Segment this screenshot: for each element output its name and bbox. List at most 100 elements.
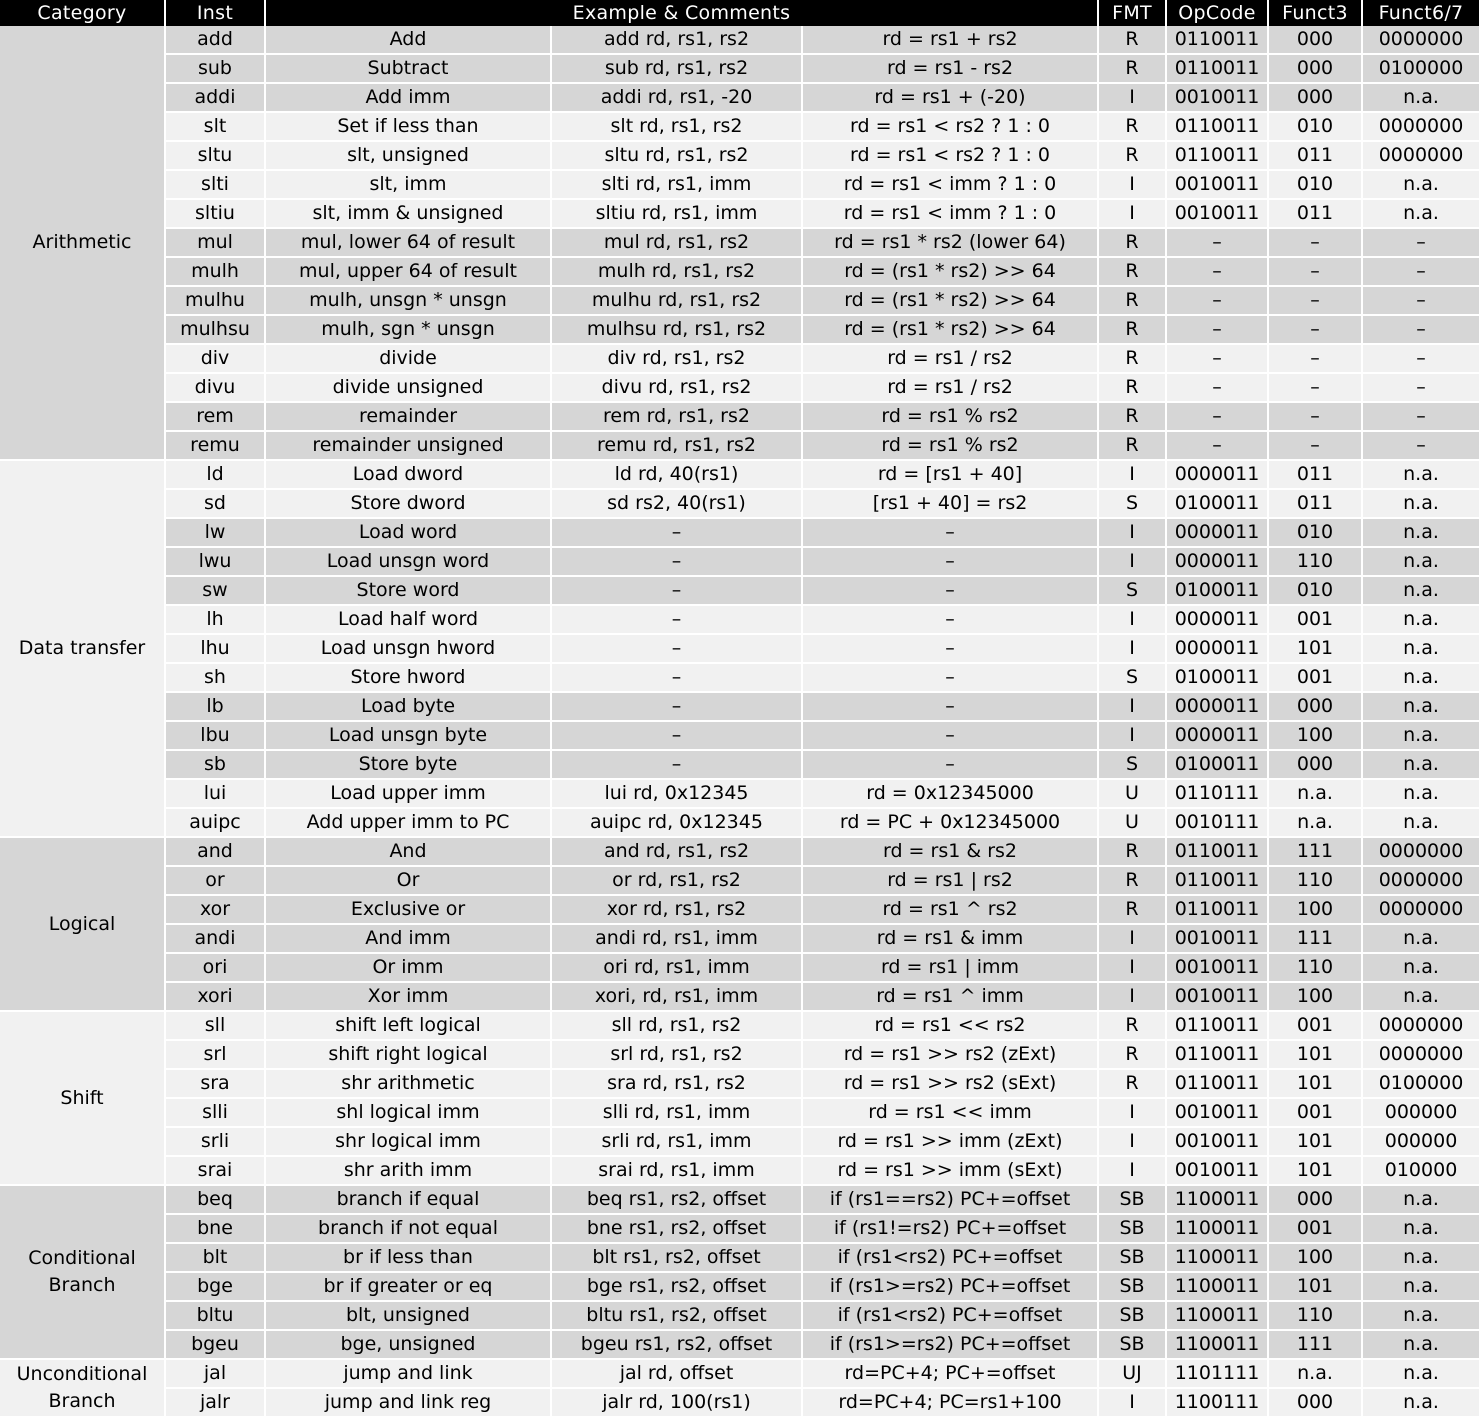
cell-opcode: 0010011 [1166, 924, 1270, 954]
cell-funct3: 011 [1268, 199, 1364, 229]
table-body: Arithmetic add Add add rd, rs1, rs2 rd = rs1… [0, 26, 1479, 1418]
cell-opcode: 0100011 [1166, 663, 1270, 693]
cell-fmt: I [1098, 721, 1168, 751]
cell-comment: – [802, 605, 1100, 635]
cell-example: sltu rd, rs1, rs2 [551, 141, 803, 171]
cell-comment: – [802, 663, 1100, 693]
cell-comment: rd = rs1 ^ rs2 [802, 895, 1100, 925]
cell-fmt: SB [1098, 1243, 1168, 1273]
cell-description: jump and link [265, 1359, 552, 1389]
category-label-line: Unconditional [16, 1363, 148, 1385]
cell-example: sd rs2, 40(rs1) [551, 489, 803, 519]
cell-description: Load unsgn word [265, 547, 552, 577]
cell-funct67: n.a. [1362, 518, 1479, 548]
cell-funct3: 101 [1268, 1040, 1364, 1070]
table-row: bne branch if not equal bne rs1, rs2, offs… [0, 1214, 1479, 1244]
cell-comment: if (rs1<rs2) PC+=offset [802, 1301, 1100, 1331]
cell-example: mul rd, rs1, rs2 [551, 228, 803, 258]
cell-funct3: 101 [1268, 1069, 1364, 1099]
cell-example: – [551, 750, 803, 780]
cell-opcode: 0110011 [1166, 837, 1270, 867]
cell-fmt: I [1098, 1156, 1168, 1186]
cell-funct67: – [1362, 431, 1479, 461]
cell-funct3: n.a. [1268, 1359, 1364, 1389]
category-label-line: Arithmetic [32, 231, 132, 253]
cell-example: ori rd, rs1, imm [551, 953, 803, 983]
table-row: blt br if less than blt rs1, rs2, offset if… [0, 1243, 1479, 1273]
cell-inst: jalr [165, 1388, 266, 1418]
cell-funct67: 0000000 [1362, 837, 1479, 867]
table-row: sltu slt, unsigned sltu rd, rs1, rs2 rd = r… [0, 141, 1479, 171]
cell-funct67: n.a. [1362, 1359, 1479, 1389]
cell-funct3: 000 [1268, 83, 1364, 113]
cell-funct67: – [1362, 344, 1479, 374]
cell-opcode: 0000011 [1166, 460, 1270, 490]
cell-description: slt, imm & unsigned [265, 199, 552, 229]
cell-funct67: n.a. [1362, 1301, 1479, 1331]
cell-fmt: I [1098, 953, 1168, 983]
cell-description: shl logical imm [265, 1098, 552, 1128]
cell-opcode: 0110011 [1166, 1040, 1270, 1070]
cell-comment: rd = (rs1 * rs2) >> 64 [802, 315, 1100, 345]
cell-opcode: – [1166, 344, 1270, 374]
cell-comment: rd = rs1 << rs2 [802, 1011, 1100, 1041]
cell-description: Add upper imm to PC [265, 808, 552, 838]
cell-fmt: SB [1098, 1330, 1168, 1360]
cell-comment: rd = rs1 & imm [802, 924, 1100, 954]
cell-opcode: 1100011 [1166, 1185, 1270, 1215]
cell-comment: – [802, 634, 1100, 664]
cell-description: And [265, 837, 552, 867]
cell-opcode: – [1166, 257, 1270, 287]
cell-funct67: n.a. [1362, 83, 1479, 113]
cell-inst: ld [165, 460, 266, 490]
cell-fmt: I [1098, 924, 1168, 954]
cell-example: xori, rd, rs1, imm [551, 982, 803, 1012]
cell-inst: xori [165, 982, 266, 1012]
cell-fmt: R [1098, 286, 1168, 316]
table-row: sltiu slt, imm & unsigned sltiu rd, rs1, i… [0, 199, 1479, 229]
cell-comment: if (rs1==rs2) PC+=offset [802, 1185, 1100, 1215]
cell-funct67: n.a. [1362, 170, 1479, 200]
cell-opcode: 0110011 [1166, 112, 1270, 142]
cell-description: Load byte [265, 692, 552, 722]
cell-funct3: 100 [1268, 982, 1364, 1012]
cell-example: xor rd, rs1, rs2 [551, 895, 803, 925]
table-row: sb Store byte – – S 0100011 000 n.a. [0, 750, 1479, 780]
cell-fmt: R [1098, 1040, 1168, 1070]
cell-inst: sltu [165, 141, 266, 171]
cell-fmt: I [1098, 605, 1168, 635]
cell-funct67: 0000000 [1362, 1040, 1479, 1070]
cell-example: mulh rd, rs1, rs2 [551, 257, 803, 287]
cell-fmt: I [1098, 83, 1168, 113]
cell-fmt: R [1098, 895, 1168, 925]
cell-funct3: 111 [1268, 924, 1364, 954]
cell-description: blt, unsigned [265, 1301, 552, 1331]
cell-comment: rd=PC+4; PC=rs1+100 [802, 1388, 1100, 1418]
cell-opcode: 0010011 [1166, 199, 1270, 229]
cell-description: And imm [265, 924, 552, 954]
cell-description: Exclusive or [265, 895, 552, 925]
cell-description: shift right logical [265, 1040, 552, 1070]
cell-description: divide unsigned [265, 373, 552, 403]
cell-inst: bgeu [165, 1330, 266, 1360]
cell-comment: rd = PC + 0x12345000 [802, 808, 1100, 838]
cell-funct3: 001 [1268, 1011, 1364, 1041]
cell-fmt: S [1098, 576, 1168, 606]
cell-comment: rd = rs1 < rs2 ? 1 : 0 [802, 112, 1100, 142]
cell-opcode: 1100011 [1166, 1214, 1270, 1244]
cell-opcode: 0110011 [1166, 1011, 1270, 1041]
cell-inst: xor [165, 895, 266, 925]
cell-funct67: n.a. [1362, 1214, 1479, 1244]
cell-inst: rem [165, 402, 266, 432]
cell-opcode: 0100011 [1166, 489, 1270, 519]
cell-comment: rd = rs1 / rs2 [802, 373, 1100, 403]
cell-fmt: SB [1098, 1214, 1168, 1244]
cell-description: Load unsgn byte [265, 721, 552, 751]
cell-description: br if greater or eq [265, 1272, 552, 1302]
cell-example: sub rd, rs1, rs2 [551, 54, 803, 84]
cell-funct3: 100 [1268, 895, 1364, 925]
cell-inst: bge [165, 1272, 266, 1302]
cell-description: Or imm [265, 953, 552, 983]
table-row: lb Load byte – – I 0000011 000 n.a. [0, 692, 1479, 722]
cell-comment: rd = rs1 < rs2 ? 1 : 0 [802, 141, 1100, 171]
